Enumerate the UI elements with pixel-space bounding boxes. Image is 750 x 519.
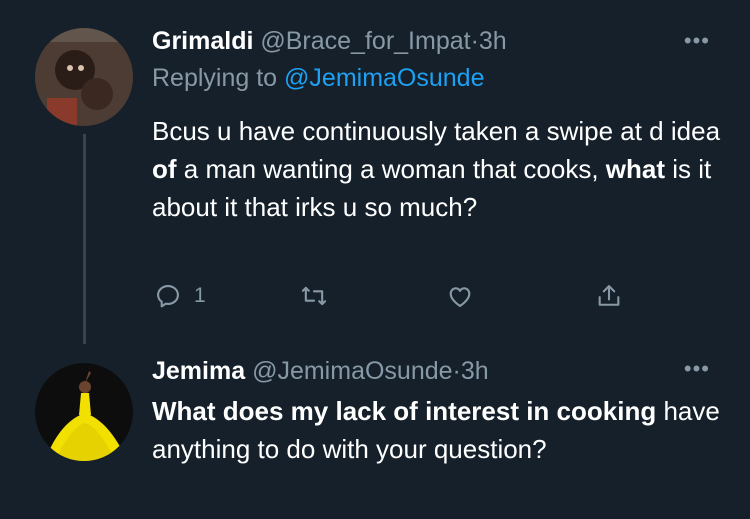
- reply-button[interactable]: 1: [154, 282, 206, 310]
- text-segment-bold: what: [605, 154, 666, 184]
- replying-to: Replying to @JemimaOsunde: [152, 64, 484, 93]
- retweet-button[interactable]: [300, 282, 328, 310]
- avatar-image: [35, 28, 133, 126]
- thread-line: [83, 134, 86, 344]
- tweet-header: Jemima @JemimaOsunde·3h: [152, 357, 489, 386]
- text-segment-bold: What does my lack of interest in cooking: [152, 396, 657, 426]
- retweet-icon: [301, 286, 327, 306]
- tweet-text: What does my lack of interest in cooking…: [152, 392, 732, 468]
- handle[interactable]: @Brace_for_Impat: [260, 27, 470, 55]
- text-segment: a man wanting a woman that cooks,: [176, 154, 606, 184]
- display-name[interactable]: Grimaldi: [152, 27, 253, 55]
- timestamp[interactable]: 3h: [461, 357, 489, 385]
- separator: ·: [470, 27, 479, 55]
- avatar-grimaldi[interactable]: [35, 28, 133, 126]
- more-icon[interactable]: •••: [684, 356, 710, 382]
- mention-link[interactable]: @JemimaOsunde: [284, 64, 484, 92]
- text-segment-bold: of: [152, 154, 177, 184]
- separator: ·: [452, 357, 461, 385]
- reply-icon: [157, 285, 179, 308]
- reply-count: 1: [194, 284, 206, 307]
- like-icon: [449, 287, 471, 307]
- tweet-actions: 1: [150, 282, 650, 312]
- share-button[interactable]: [595, 282, 623, 310]
- tweet-grimaldi[interactable]: Grimaldi @Brace_for_Impat·3h ••• Replyin…: [0, 0, 750, 344]
- tweet-header: Grimaldi @Brace_for_Impat·3h: [152, 27, 507, 56]
- avatar-image: [35, 363, 133, 461]
- share-icon: [598, 285, 620, 306]
- avatar-jemima[interactable]: [35, 363, 133, 461]
- tweet-jemima[interactable]: Jemima @JemimaOsunde·3h ••• What does my…: [0, 342, 750, 519]
- handle[interactable]: @JemimaOsunde: [252, 357, 452, 385]
- replying-prefix: Replying to: [152, 64, 278, 92]
- display-name[interactable]: Jemima: [152, 357, 245, 385]
- timestamp[interactable]: 3h: [479, 27, 507, 55]
- more-icon[interactable]: •••: [684, 28, 710, 54]
- text-segment: Bcus u have continuously taken a swipe a…: [152, 116, 721, 146]
- like-button[interactable]: [446, 282, 474, 310]
- tweet-text: Bcus u have continuously taken a swipe a…: [152, 112, 732, 226]
